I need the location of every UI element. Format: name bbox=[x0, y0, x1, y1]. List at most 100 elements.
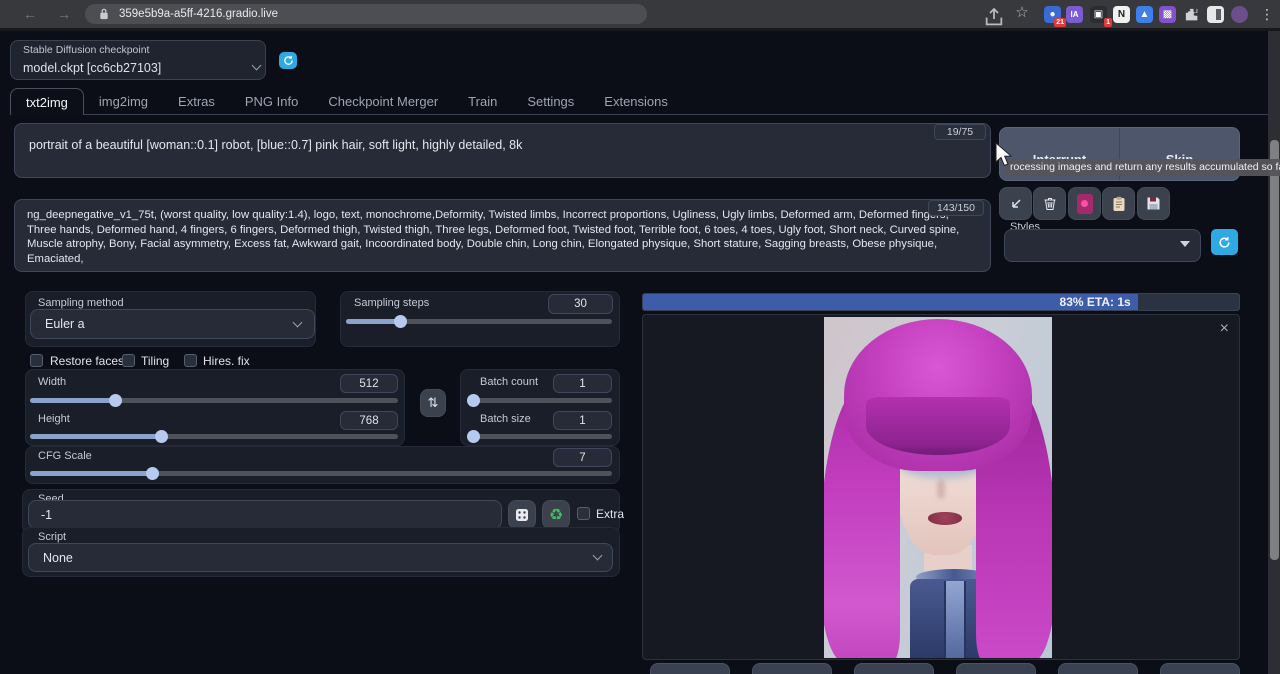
cfg-scale-input[interactable] bbox=[553, 448, 612, 467]
slider-fill bbox=[30, 471, 152, 476]
extra-seed-checkbox[interactable] bbox=[577, 507, 590, 520]
tab-extensions[interactable]: Extensions bbox=[589, 88, 683, 115]
gallery-action-button[interactable] bbox=[650, 663, 730, 674]
recycle-icon: ♻ bbox=[549, 505, 563, 525]
script-dropdown[interactable]: None bbox=[28, 543, 613, 572]
sampling-steps-label: Sampling steps bbox=[354, 297, 429, 309]
slider-thumb[interactable] bbox=[109, 394, 122, 407]
clear-prompt-button[interactable] bbox=[1033, 187, 1066, 220]
chevron-down-icon bbox=[252, 61, 262, 71]
batch-count-slider[interactable] bbox=[467, 398, 612, 403]
extension-badge: 1 bbox=[1104, 18, 1112, 27]
swap-arrows-icon: ⇅ bbox=[428, 395, 439, 411]
card-icon bbox=[1077, 194, 1093, 214]
extension-image-icon[interactable]: ▲ bbox=[1136, 6, 1153, 23]
apply-styles-button[interactable] bbox=[1102, 187, 1135, 220]
share-icon[interactable] bbox=[984, 7, 1004, 27]
url-text: 359e5b9a-a5ff-4216.gradio.live bbox=[119, 8, 278, 20]
refresh-checkpoints-button[interactable] bbox=[279, 52, 297, 69]
tab-settings[interactable]: Settings bbox=[512, 88, 589, 115]
extra-seed-label: Extra bbox=[596, 507, 624, 521]
hires-fix-checkbox[interactable] bbox=[184, 354, 197, 367]
sampling-method-dropdown[interactable]: Euler a bbox=[30, 309, 315, 339]
refresh-icon bbox=[1218, 236, 1231, 249]
browser-menu-icon[interactable]: ⋮ bbox=[1257, 4, 1277, 24]
gallery-action-button[interactable] bbox=[1160, 663, 1240, 674]
prompt-input[interactable]: portrait of a beautiful [woman::0.1] rob… bbox=[14, 123, 991, 178]
sidebar-panel-icon[interactable] bbox=[1207, 6, 1224, 23]
swap-dimensions-button[interactable]: ⇅ bbox=[420, 389, 446, 417]
bookmark-star-icon[interactable]: ☆ bbox=[1012, 3, 1032, 23]
tab-img2img[interactable]: img2img bbox=[84, 88, 163, 115]
window-divider bbox=[0, 28, 1280, 31]
batch-size-label: Batch size bbox=[480, 413, 531, 425]
progress-bar: 83% ETA: 1s bbox=[642, 293, 1240, 311]
cfg-panel bbox=[25, 446, 620, 484]
extension-badge: 21 bbox=[1054, 18, 1066, 27]
hires-fix-label: Hires. fix bbox=[203, 354, 250, 368]
random-seed-button[interactable] bbox=[508, 500, 536, 529]
batch-size-slider[interactable] bbox=[467, 434, 612, 439]
extension-ia-icon[interactable]: IA bbox=[1066, 6, 1083, 23]
restore-faces-label: Restore faces bbox=[50, 354, 124, 368]
gallery-action-button[interactable] bbox=[1058, 663, 1138, 674]
script-label: Script bbox=[38, 531, 66, 543]
forward-icon[interactable]: → bbox=[54, 4, 74, 24]
checkpoint-dropdown[interactable]: Stable Diffusion checkpoint model.ckpt [… bbox=[10, 40, 266, 80]
extra-networks-button[interactable] bbox=[1068, 187, 1101, 220]
sampling-steps-input[interactable] bbox=[548, 294, 613, 314]
save-style-button[interactable] bbox=[1137, 187, 1170, 220]
batch-count-label: Batch count bbox=[480, 376, 538, 388]
height-label: Height bbox=[38, 413, 70, 425]
extensions-puzzle-icon[interactable] bbox=[1183, 6, 1200, 23]
gallery-action-button[interactable] bbox=[956, 663, 1036, 674]
floppy-disk-icon bbox=[1146, 196, 1161, 211]
refresh-styles-button[interactable] bbox=[1211, 229, 1238, 255]
seed-input[interactable] bbox=[28, 500, 502, 529]
tab-extras[interactable]: Extras bbox=[163, 88, 230, 115]
cfg-scale-label: CFG Scale bbox=[38, 450, 92, 462]
page-scrollbar[interactable] bbox=[1268, 31, 1280, 674]
progress-text: 83% ETA: 1s bbox=[1060, 295, 1131, 309]
back-icon[interactable]: ← bbox=[20, 4, 40, 24]
trash-icon bbox=[1043, 196, 1057, 211]
styles-dropdown[interactable] bbox=[1004, 229, 1201, 262]
slider-thumb[interactable] bbox=[467, 394, 480, 407]
width-label: Width bbox=[38, 376, 66, 388]
mouse-cursor bbox=[994, 142, 1016, 168]
close-preview-icon[interactable]: × bbox=[1220, 321, 1229, 337]
scrollbar-thumb[interactable] bbox=[1270, 140, 1279, 560]
negative-prompt-input[interactable]: ng_deepnegative_v1_75t, (worst quality, … bbox=[14, 199, 991, 272]
tab-train[interactable]: Train bbox=[453, 88, 512, 115]
extension-onenote-icon[interactable]: ▩ bbox=[1159, 6, 1176, 23]
batch-count-input[interactable] bbox=[553, 374, 612, 393]
browser-toolbar: ← → ↻ 359e5b9a-a5ff-4216.gradio.live ☆ ●… bbox=[0, 0, 1280, 28]
extension-notion-icon[interactable]: N bbox=[1113, 6, 1130, 23]
sampling-method-label: Sampling method bbox=[38, 297, 124, 309]
tabbar: txt2img img2img Extras PNG Info Checkpoi… bbox=[10, 88, 1268, 115]
dice-icon bbox=[515, 508, 529, 522]
width-input[interactable] bbox=[340, 374, 398, 393]
slider-thumb[interactable] bbox=[146, 467, 159, 480]
tab-checkpoint-merger[interactable]: Checkpoint Merger bbox=[313, 88, 453, 115]
extension-capture-icon[interactable]: ▣1 bbox=[1090, 6, 1107, 23]
slider-thumb[interactable] bbox=[155, 430, 168, 443]
height-input[interactable] bbox=[340, 411, 398, 430]
tab-png-info[interactable]: PNG Info bbox=[230, 88, 313, 115]
generated-image-preview[interactable] bbox=[824, 317, 1052, 658]
slider-fill bbox=[30, 434, 161, 439]
address-bar[interactable]: 359e5b9a-a5ff-4216.gradio.live bbox=[85, 4, 647, 24]
slider-thumb[interactable] bbox=[467, 430, 480, 443]
tiling-checkbox[interactable] bbox=[122, 354, 135, 367]
paste-generation-params-button[interactable] bbox=[999, 187, 1032, 220]
profile-avatar[interactable] bbox=[1231, 6, 1248, 23]
gallery-action-button[interactable] bbox=[854, 663, 934, 674]
slider-thumb[interactable] bbox=[394, 315, 407, 328]
gallery-action-button[interactable] bbox=[752, 663, 832, 674]
extension-updates-icon[interactable]: ●21 bbox=[1044, 6, 1061, 23]
tab-txt2img[interactable]: txt2img bbox=[10, 88, 84, 115]
prompt-token-counter: 19/75 bbox=[934, 124, 986, 140]
batch-size-input[interactable] bbox=[553, 411, 612, 430]
reuse-seed-button[interactable]: ♻ bbox=[542, 500, 570, 529]
restore-faces-checkbox[interactable] bbox=[30, 354, 43, 367]
